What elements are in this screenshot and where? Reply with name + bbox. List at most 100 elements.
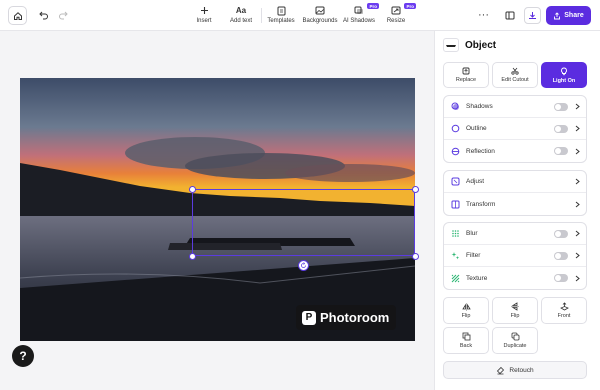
panel-toggle-button[interactable] xyxy=(501,7,518,24)
outline-toggle[interactable] xyxy=(554,124,568,133)
share-button[interactable]: Share xyxy=(546,6,591,25)
shadows-label: Shadows xyxy=(466,103,493,110)
reflection-row[interactable]: Reflection xyxy=(444,140,586,162)
edit-cutout-button[interactable]: Edit Cutout xyxy=(492,62,538,88)
chevron-right-icon xyxy=(575,252,580,259)
pro-badge: Pro xyxy=(404,3,416,9)
share-icon xyxy=(554,11,561,19)
transform-row[interactable]: Transform xyxy=(444,193,586,215)
resize-handle[interactable] xyxy=(189,253,196,260)
shadows-row[interactable]: Shadows xyxy=(444,96,586,118)
resize-handle[interactable] xyxy=(412,186,419,193)
download-icon xyxy=(529,12,536,19)
blur-row[interactable]: Blur xyxy=(444,223,586,245)
home-button[interactable] xyxy=(8,6,27,25)
download-button[interactable] xyxy=(524,7,541,24)
bring-front-icon xyxy=(559,302,569,311)
add-text-tool-label: Add text xyxy=(229,18,252,24)
adjust-label: Adjust xyxy=(466,178,485,185)
light-on-button[interactable]: Light On xyxy=(541,62,587,88)
blur-icon xyxy=(451,230,459,237)
panel-title: Object xyxy=(465,39,497,51)
object-selection-box[interactable] xyxy=(192,189,415,256)
help-button[interactable]: ? xyxy=(12,345,34,367)
filter-label: Filter xyxy=(466,252,481,259)
chevron-right-icon xyxy=(575,201,580,207)
shadows-icon xyxy=(451,102,459,110)
insert-tool-label: Insert xyxy=(196,18,212,24)
rotate-handle[interactable] xyxy=(298,260,309,271)
filter-row[interactable]: Filter xyxy=(444,245,586,267)
resize-tool[interactable]: Resize Pro xyxy=(372,3,420,24)
filter-toggle[interactable] xyxy=(554,251,568,260)
duplicate-label: Duplicate xyxy=(503,343,527,349)
adjust-icon xyxy=(451,177,459,186)
chevron-right-icon xyxy=(575,148,580,154)
send-back-label: Back xyxy=(459,343,473,349)
edit-cutout-label: Edit Cutout xyxy=(501,77,529,83)
reflection-label: Reflection xyxy=(466,147,495,155)
retouch-button[interactable]: Retouch xyxy=(443,361,587,379)
text-icon: Aa xyxy=(235,6,247,15)
bulb-icon xyxy=(561,67,567,75)
bring-front-button[interactable]: Front xyxy=(541,297,587,324)
effects-group: Shadows Outline Reflection xyxy=(443,95,587,163)
chevron-right-icon xyxy=(575,103,580,110)
ai-shadows-tool-label: AI Shadows xyxy=(342,18,376,24)
shadows-toggle[interactable] xyxy=(554,102,568,111)
flip-vertical-button[interactable]: Flip xyxy=(492,297,538,324)
reflection-icon xyxy=(451,147,459,155)
outline-icon xyxy=(451,124,459,133)
duplicate-button[interactable]: Duplicate xyxy=(492,327,538,354)
resize-handle[interactable] xyxy=(189,186,196,193)
reflection-toggle[interactable] xyxy=(554,147,568,155)
chevron-right-icon xyxy=(575,230,580,237)
chevron-right-icon xyxy=(575,275,580,281)
object-thumbnail xyxy=(443,38,459,52)
rotate-icon xyxy=(301,262,306,268)
duplicate-icon xyxy=(511,332,519,341)
blur-toggle[interactable] xyxy=(554,229,568,238)
object-panel: Object Replace Edit Cutout Light On Shad… xyxy=(434,31,600,390)
ai-shadows-icon xyxy=(354,6,363,14)
replace-button[interactable]: Replace xyxy=(443,62,489,88)
share-label: Share xyxy=(564,12,584,19)
transform-label: Transform xyxy=(466,200,496,208)
texture-label: Texture xyxy=(466,274,488,282)
filters-group: Blur Filter Texture xyxy=(443,222,587,290)
watermark-text: Photoroom xyxy=(320,310,390,325)
redo-icon xyxy=(59,11,68,20)
texture-icon xyxy=(451,274,459,282)
adjust-group: Adjust Transform xyxy=(443,170,587,216)
blur-label: Blur xyxy=(466,230,478,237)
adjust-row[interactable]: Adjust xyxy=(444,171,586,193)
flip-horizontal-label: Flip xyxy=(461,312,471,319)
undo-icon xyxy=(39,11,48,20)
resize-handle[interactable] xyxy=(412,253,419,260)
photoroom-watermark: P Photoroom xyxy=(296,305,396,330)
more-options-button[interactable]: ··· xyxy=(478,9,489,21)
texture-row[interactable]: Texture xyxy=(444,267,586,289)
templates-tool-label: Templates xyxy=(267,18,295,24)
send-back-button[interactable]: Back xyxy=(443,327,489,354)
flip-vertical-label: Flip xyxy=(510,313,520,319)
editor-canvas[interactable]: P Photoroom ? xyxy=(0,31,434,390)
sidebar-toggle-icon xyxy=(505,11,514,20)
chevron-right-icon xyxy=(575,178,580,185)
undo-button[interactable] xyxy=(37,8,51,22)
eraser-icon xyxy=(497,366,505,374)
redo-button[interactable] xyxy=(56,8,70,22)
templates-icon xyxy=(277,6,285,15)
flip-horizontal-button[interactable]: Flip xyxy=(443,297,489,324)
panel-header: Object xyxy=(443,38,496,52)
flip-vertical-icon xyxy=(511,302,519,311)
scissors-icon xyxy=(511,67,519,75)
resize-tool-label: Resize xyxy=(386,18,406,24)
home-icon xyxy=(13,11,22,20)
retouch-label: Retouch xyxy=(509,366,534,374)
texture-toggle[interactable] xyxy=(554,274,568,282)
light-on-label: Light On xyxy=(552,77,576,84)
filter-icon xyxy=(451,252,459,260)
outline-label: Outline xyxy=(466,125,487,132)
outline-row[interactable]: Outline xyxy=(444,118,586,140)
